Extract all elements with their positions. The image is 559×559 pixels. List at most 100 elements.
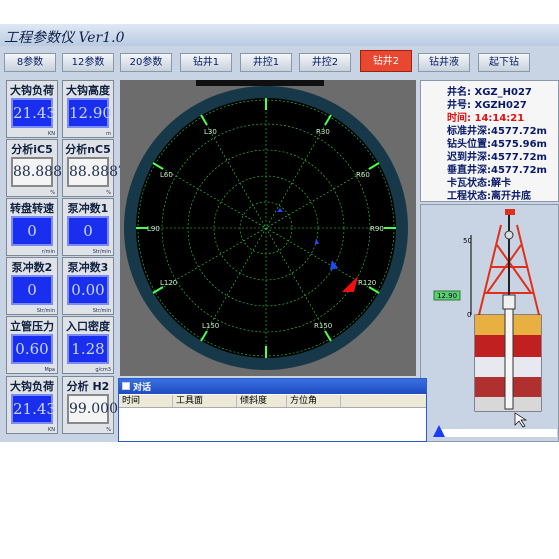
title-bar: 工程参数仪 Ver1.0	[0, 24, 559, 46]
window-icon	[122, 382, 130, 390]
gauge-label: 泵冲数3	[67, 261, 109, 274]
gauge-unit: Str/min	[92, 249, 111, 255]
drilling-rig-diagram: 50 0 12.90	[433, 209, 557, 437]
radar-label-l90: L90	[147, 225, 160, 233]
mouse-cursor-icon	[514, 412, 528, 428]
gauge-display: 0.00	[67, 275, 109, 305]
gauge-standpipe-pressure: 立管压力 0.60 Mpa	[6, 316, 58, 374]
traveling-block	[504, 230, 514, 240]
gauge-display: 0	[11, 216, 53, 246]
gauge-value: 88.8886	[13, 164, 71, 180]
gauge-label: 大钩负荷	[10, 380, 54, 393]
tab-20params[interactable]: 20参数	[120, 53, 172, 72]
gauge-value: 0	[27, 222, 37, 240]
gauge-display: 0.60	[11, 334, 53, 364]
hook-height-value: 12.90	[437, 292, 457, 300]
gauge-h2: 分析 H2 99.000 %	[62, 376, 118, 434]
column-azimuth[interactable]: 方位角	[287, 395, 341, 407]
gauge-label: 大钩高度	[66, 84, 110, 97]
gauge-rotary-speed: 转盘转速 0 r/min	[6, 198, 58, 256]
gauge-label: 分析nC5	[65, 143, 111, 156]
radar-label-r90: R90	[370, 225, 384, 233]
gauge-value: 0	[83, 222, 93, 240]
radar-top-window	[196, 80, 324, 86]
gauge-unit: Mpa	[44, 367, 55, 373]
gauge-display: 21.43	[11, 98, 56, 128]
radar-label-l150: L150	[202, 322, 219, 330]
gauge-hook-height: 大钩高度 12.90 m	[62, 80, 114, 138]
radar-label-r150: R150	[314, 322, 332, 330]
app-title: 工程参数仪 Ver1.0	[4, 30, 125, 46]
column-time[interactable]: 时间	[119, 395, 173, 407]
radar-label-l120: L120	[160, 279, 177, 287]
radar-label-r30: R30	[316, 128, 330, 136]
rig-panel: 50 0 12.90	[420, 204, 559, 442]
gauge-value: 12.90	[69, 104, 112, 122]
well-info-panel: 井名: XGZ_H027 井号: XGZH027 时间: 14:14:21 标准…	[420, 80, 559, 202]
column-toolface[interactable]: 工具面	[173, 395, 237, 407]
drill-string	[504, 308, 514, 410]
gauge-value: 21.43	[13, 400, 56, 418]
gauge-display: 0	[11, 275, 53, 305]
tab-bar: 8参数 12参数 20参数 钻井1 井控1 井控2 钻井2 钻井液 起下钻	[0, 50, 559, 76]
gauge-value: 0	[27, 281, 37, 299]
gauge-display: 88.8887	[67, 157, 127, 187]
rig-footer	[437, 429, 557, 437]
gauge-unit: %	[50, 190, 55, 196]
gauge-unit: %	[106, 427, 111, 433]
gauge-label: 分析 H2	[66, 380, 110, 393]
gauge-inlet-density: 入口密度 1.28 g/cm3	[62, 316, 114, 374]
gauge-value: 0.60	[15, 340, 49, 358]
gauge-value: 99.000	[69, 401, 118, 417]
gauge-pump-strokes-3: 泵冲数3 0.00 Str/min	[62, 257, 114, 315]
tab-wellcontrol2[interactable]: 井控2	[299, 53, 351, 72]
gauge-unit: r/min	[41, 249, 55, 255]
gauge-hook-load: 大钩负荷 21.43 KN	[6, 80, 58, 138]
gauge-unit: Str/min	[92, 308, 111, 314]
tab-drilling1[interactable]: 钻井1	[180, 53, 232, 72]
column-inclination[interactable]: 倾斜度	[237, 395, 287, 407]
gauge-pump-strokes-1: 泵冲数1 0 Str/min	[62, 198, 114, 256]
gauge-display: 99.000	[67, 394, 118, 424]
tab-drilling2[interactable]: 钻井2	[360, 50, 412, 72]
scale-top: 50	[463, 237, 472, 245]
gauge-value: 21.43	[13, 104, 56, 122]
blank-area	[0, 442, 559, 559]
hook	[502, 294, 516, 310]
gauge-label: 大钩负荷	[10, 84, 54, 97]
dialog-titlebar[interactable]: 对话	[119, 379, 426, 394]
gauge-label: 入口密度	[66, 320, 110, 333]
gauge-value: 1.28	[71, 340, 105, 358]
gauge-display: 88.8886	[11, 157, 71, 187]
gauge-nc5: 分析nC5 88.8887 %	[62, 139, 127, 197]
dialog-window[interactable]: 对话 时间 工具面 倾斜度 方位角	[118, 378, 427, 442]
gauge-unit: m	[106, 131, 111, 137]
dialog-table-header: 时间 工具面 倾斜度 方位角	[119, 395, 426, 408]
gauge-ic5: 分析iC5 88.8886 %	[6, 139, 71, 197]
radar-label-r60: R60	[356, 171, 370, 179]
scale-bottom: 0	[467, 311, 471, 319]
derrick-flag	[505, 209, 515, 215]
toolface-radar-panel: L30 R30 L60 R60 L90 R90 L120 R120 L150 R…	[120, 80, 416, 376]
tab-wellcontrol1[interactable]: 井控1	[240, 53, 292, 72]
gauge-label: 立管压力	[10, 320, 54, 333]
tab-drilling-fluid[interactable]: 钻井液	[418, 53, 470, 72]
gauge-unit: g/cm3	[95, 367, 111, 373]
radar-label-r120: R120	[358, 279, 376, 287]
work-status: 工程状态:离开井底	[447, 191, 531, 202]
radar-label-l60: L60	[160, 171, 173, 179]
tab-tripping[interactable]: 起下钻	[478, 53, 530, 72]
tab-12params[interactable]: 12参数	[62, 53, 114, 72]
gauge-unit: %	[106, 190, 111, 196]
gauge-label: 泵冲数1	[67, 202, 109, 215]
gauge-label: 泵冲数2	[11, 261, 53, 274]
gauge-unit: KN	[47, 427, 55, 433]
gauge-pump-strokes-2: 泵冲数2 0 Str/min	[6, 257, 58, 315]
gauge-label: 分析iC5	[11, 143, 53, 156]
gauge-display: 0	[67, 216, 109, 246]
tab-8params[interactable]: 8参数	[4, 53, 56, 72]
gauge-label: 转盘转速	[10, 202, 54, 215]
dialog-title: 对话	[133, 383, 152, 393]
radar-label-l30: L30	[204, 128, 217, 136]
gauge-display: 12.90	[67, 98, 112, 128]
